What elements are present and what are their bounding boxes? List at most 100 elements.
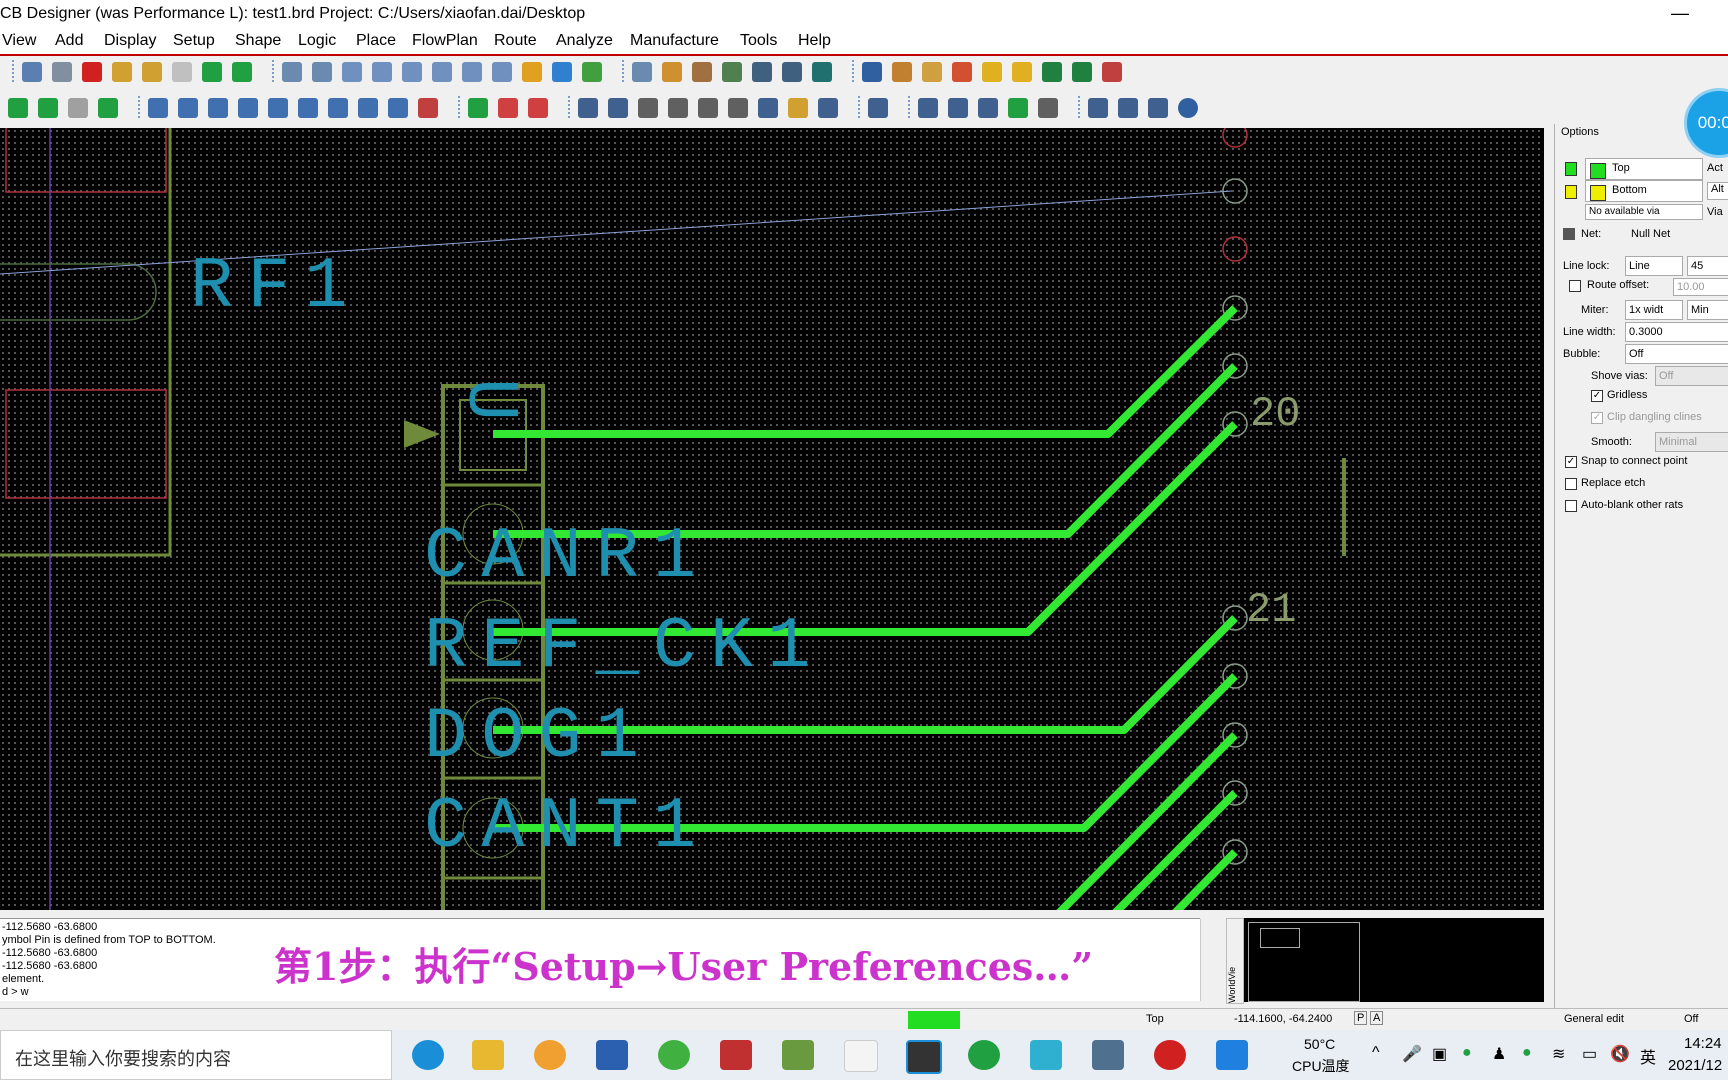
manufacture-icon[interactable]	[918, 98, 938, 118]
menu-view[interactable]: View	[2, 32, 36, 50]
constraint-icon[interactable]	[788, 98, 808, 118]
database-icon[interactable]	[578, 98, 598, 118]
select-shape-icon[interactable]	[238, 98, 258, 118]
calculator-icon[interactable]	[1092, 1040, 1124, 1070]
windows-icon[interactable]	[1088, 98, 1108, 118]
refdes-icon[interactable]	[698, 98, 718, 118]
properties-icon[interactable]	[892, 62, 912, 82]
grid-icon[interactable]	[282, 62, 302, 82]
app-icon[interactable]	[720, 1040, 752, 1070]
display-icon[interactable]: ▣	[1432, 1044, 1447, 1064]
trace[interactable]	[493, 305, 1238, 438]
dehighlight-icon[interactable]	[1012, 62, 1032, 82]
add-tool-icon[interactable]	[968, 1040, 1000, 1070]
board-icon[interactable]	[812, 62, 832, 82]
chevron-up-icon[interactable]: ^	[1372, 1044, 1380, 1062]
rectangle-icon[interactable]	[178, 98, 198, 118]
layer-icon[interactable]	[692, 62, 712, 82]
line-lock-angle-select[interactable]: 45	[1687, 256, 1728, 276]
light-icon[interactable]	[982, 62, 1002, 82]
alt-layer-select[interactable]: Bottom	[1585, 180, 1703, 202]
via-select[interactable]: No available via	[1585, 204, 1703, 220]
void-icon[interactable]	[268, 98, 288, 118]
search-tool-icon[interactable]	[534, 1040, 566, 1070]
delete-islands-icon[interactable]	[358, 98, 378, 118]
line-width-input[interactable]: 0.3000	[1625, 322, 1728, 342]
info-icon[interactable]	[862, 62, 882, 82]
matrix-icon[interactable]	[818, 98, 838, 118]
active-layer-select[interactable]: Top	[1585, 158, 1703, 180]
network-icon[interactable]: ≋	[1552, 1044, 1565, 1064]
hourglass-icon[interactable]	[1072, 62, 1092, 82]
clock-time[interactable]: 14:24	[1684, 1035, 1722, 1052]
colorful-app-icon[interactable]	[1030, 1040, 1062, 1070]
tray-app-icon[interactable]: ●	[1462, 1044, 1472, 1062]
padstack-icon[interactable]	[638, 98, 658, 118]
menu-setup[interactable]: Setup	[173, 32, 215, 50]
word-icon[interactable]	[596, 1040, 628, 1070]
grid-toggle-icon[interactable]	[632, 62, 652, 82]
undo-icon[interactable]	[112, 62, 132, 82]
gridless-checkbox[interactable]: ✓	[1591, 390, 1603, 402]
edit-boundary-icon[interactable]	[328, 98, 348, 118]
menu-add[interactable]: Add	[55, 32, 83, 50]
menu-analyze[interactable]: Analyze	[556, 32, 613, 50]
route-offset-input[interactable]: 10.00	[1673, 278, 1728, 296]
zoom-window-icon[interactable]	[372, 62, 392, 82]
artwork-icon[interactable]	[948, 98, 968, 118]
circle-icon[interactable]	[208, 98, 228, 118]
delete-icon[interactable]	[82, 62, 102, 82]
trace[interactable]	[493, 363, 1238, 538]
3d-view-icon[interactable]	[552, 62, 572, 82]
design-canvas[interactable]: RF1 CANR1 REF_CK1 DOG1 CANT1 U 20 21	[0, 128, 1544, 910]
flag-icon[interactable]	[728, 98, 748, 118]
trace[interactable]	[1170, 849, 1238, 910]
check-icon[interactable]	[1008, 98, 1028, 118]
menu-logic[interactable]: Logic	[298, 32, 336, 50]
dimension-linear-icon[interactable]	[498, 98, 518, 118]
taskbar-search[interactable]: 在这里输入你要搜索的内容	[0, 1030, 392, 1080]
mail-icon[interactable]	[1118, 98, 1138, 118]
window-icon[interactable]	[1148, 98, 1168, 118]
wechat-icon[interactable]: ●	[1522, 1044, 1532, 1062]
zoom-previous-icon[interactable]	[462, 62, 482, 82]
layer-top-icon[interactable]	[8, 98, 28, 118]
snap-checkbox[interactable]: ✓	[1565, 456, 1577, 468]
status-p-button[interactable]: P	[1354, 1011, 1368, 1025]
layer-all-icon[interactable]	[98, 98, 118, 118]
ie-icon[interactable]	[658, 1040, 690, 1070]
menu-place[interactable]: Place	[356, 32, 396, 50]
void-circle-icon[interactable]	[298, 98, 318, 118]
move-icon[interactable]	[22, 62, 42, 82]
waveform-icon[interactable]	[868, 98, 888, 118]
document-icon[interactable]	[844, 1040, 878, 1072]
placement-icon[interactable]	[758, 98, 778, 118]
console-scrollbar[interactable]	[1200, 919, 1219, 1001]
file-explorer-icon[interactable]	[472, 1040, 504, 1070]
edge-icon[interactable]	[412, 1040, 444, 1070]
minimize-button[interactable]: —	[1660, 0, 1700, 28]
visibility-icon[interactable]	[752, 62, 772, 82]
shape-add-icon[interactable]	[148, 98, 168, 118]
red-app-icon[interactable]	[1154, 1040, 1186, 1070]
zoom-fit-icon[interactable]	[342, 62, 362, 82]
layer-bottom-icon[interactable]	[38, 98, 58, 118]
flip-icon[interactable]	[582, 62, 602, 82]
grid2-icon[interactable]	[312, 62, 332, 82]
menu-manufacture[interactable]: Manufacture	[630, 32, 719, 50]
drill-icon[interactable]	[978, 98, 998, 118]
menu-display[interactable]: Display	[104, 32, 156, 50]
add-connect-icon[interactable]	[202, 62, 222, 82]
menu-help[interactable]: Help	[798, 32, 831, 50]
zoom-world-icon[interactable]	[492, 62, 512, 82]
shadow-icon[interactable]	[722, 62, 742, 82]
monitor-icon[interactable]: ▭	[1582, 1044, 1597, 1064]
color-icon[interactable]	[662, 62, 682, 82]
volume-muted-icon[interactable]: 🔇	[1610, 1044, 1630, 1064]
menu-tools[interactable]: Tools	[740, 32, 777, 50]
zoom-in-icon[interactable]	[402, 62, 422, 82]
drc-icon[interactable]	[1102, 62, 1122, 82]
ime-indicator[interactable]: 英	[1640, 1044, 1656, 1068]
worldview-viewport[interactable]	[1260, 928, 1300, 948]
pcb-app-icon[interactable]	[906, 1040, 942, 1074]
